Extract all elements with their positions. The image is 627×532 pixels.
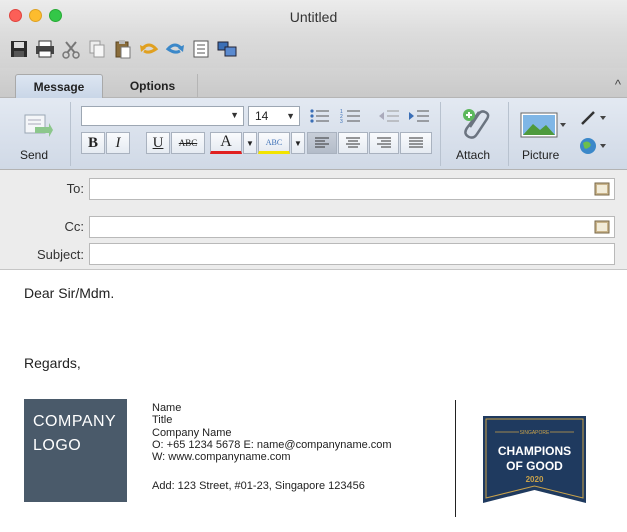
address-book-icon[interactable] [594,220,610,234]
send-label: Send [20,148,49,162]
send-icon [24,114,53,137]
signature-address: Add: 123 Street, #01-23, Singapore 12345… [152,480,365,492]
attach-label: Attach [456,148,491,162]
address-book-icon[interactable] [594,182,610,196]
copy-icon[interactable] [86,38,108,60]
signature-divider [455,400,456,517]
redo-icon[interactable] [164,38,186,60]
windows-icon[interactable] [216,38,238,60]
divider [70,102,71,166]
chevron-down-icon: ▼ [286,111,295,121]
align-center-icon [346,137,360,148]
send-button[interactable] [16,106,56,142]
bold-button[interactable]: B [81,132,105,154]
subject-field[interactable] [89,243,615,265]
undo-icon[interactable] [138,38,160,60]
font-size-value: 14 [255,109,269,123]
attach-button[interactable] [452,104,498,144]
globe-icon [580,138,606,154]
cut-icon[interactable] [60,38,82,60]
numbered-list-icon: 123 [340,109,360,124]
signature-title: Title [152,414,173,426]
align-left-button[interactable] [307,132,337,154]
pen-icon [581,110,606,125]
justify-button[interactable] [400,132,432,154]
picture-icon [520,112,566,138]
ribbon: Send ▼ 14 ▼ 123 B I U ABC A ▼ ABC ▼ Atta… [0,98,627,170]
title-bar: Untitled [0,0,627,34]
signature-button[interactable] [576,106,610,130]
divider [440,102,441,166]
print-icon[interactable] [34,38,56,60]
cc-field[interactable] [89,216,615,238]
to-field[interactable] [89,178,615,200]
hyperlink-button[interactable] [576,134,610,158]
signature-website: W: www.companyname.com [152,451,291,463]
font-color-button[interactable]: A [210,132,242,154]
logo-text-line2: LOGO [33,437,82,454]
to-label: To: [66,181,84,196]
quick-access-toolbar [0,34,627,68]
champions-of-good-badge: SINGAPORE CHAMPIONS OF GOOD 2020 [483,416,586,503]
closing-text: Regards, [24,355,81,371]
align-right-button[interactable] [369,132,399,154]
greeting-text: Dear Sir/Mdm. [24,285,115,301]
picture-label: Picture [522,148,560,162]
window-title: Untitled [289,9,338,25]
badge-year: 2020 [526,475,544,484]
font-color-dropdown[interactable]: ▼ [243,132,257,154]
italic-button[interactable]: I [106,132,130,154]
badge-line2: OF GOOD [506,459,563,473]
align-center-button[interactable] [338,132,368,154]
divider [508,102,509,166]
save-icon[interactable] [8,38,30,60]
bullet-list-icon [310,109,329,123]
cc-label: Cc: [64,219,85,234]
company-logo: COMPANY LOGO [24,399,127,502]
message-body[interactable]: Dear Sir/Mdm. Regards, COMPANY LOGO Name… [0,271,627,532]
decrease-indent-button[interactable] [376,106,402,126]
picture-button[interactable] [516,108,570,142]
indent-icon [409,110,429,122]
subject-label: Subject: [37,247,84,262]
numbering-button[interactable]: 123 [338,106,364,126]
increase-indent-button[interactable] [406,106,432,126]
strikethrough-button[interactable]: ABC [171,132,205,154]
underline-button[interactable]: U [146,132,170,154]
tab-message[interactable]: Message [15,74,103,98]
chevron-up-icon[interactable]: ^ [615,77,621,92]
paste-icon[interactable] [112,38,134,60]
chevron-down-icon: ▼ [230,110,239,120]
highlight-dropdown[interactable]: ▼ [291,132,305,154]
signature-company: Company Name [152,427,232,439]
signature-name: Name [152,402,182,414]
justify-icon [409,137,423,148]
logo-text-line1: COMPANY [33,413,117,430]
align-right-icon [377,137,391,148]
signature-contact: O: +65 1234 5678 E: name@companyname.com [152,439,392,451]
align-left-icon [315,137,329,148]
bullets-button[interactable] [307,106,333,126]
ribbon-tab-strip: Message Options ^ [0,68,627,98]
svg-text:3: 3 [340,119,343,124]
checklist-icon[interactable] [190,38,212,60]
outdent-icon [379,110,399,122]
badge-line1: CHAMPIONS [498,444,571,458]
tab-options[interactable]: Options [108,74,198,98]
badge-top-text: SINGAPORE [520,430,550,436]
highlight-button[interactable]: ABC [258,132,290,154]
font-name-select[interactable]: ▼ [81,106,244,126]
paperclip-icon [463,109,490,139]
message-header: To: Cc: Subject: [0,170,627,270]
font-size-select[interactable]: 14 ▼ [248,106,300,126]
